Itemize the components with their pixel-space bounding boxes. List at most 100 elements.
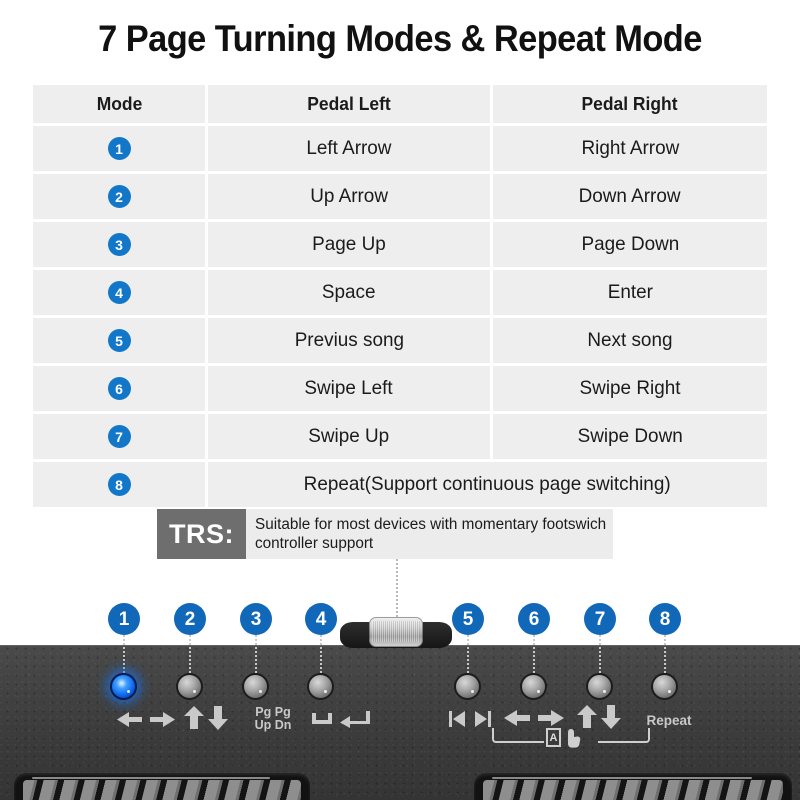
- modes-table: Mode Pedal Left Pedal Right 1 Left Arrow R…: [33, 85, 767, 510]
- table-cell-pedal-left: Previus song: [208, 318, 490, 363]
- table-row: 7 Swipe Up Swipe Down: [33, 414, 767, 459]
- button-glint: [127, 690, 130, 693]
- table-row: 1 Left Arrow Right Arrow: [33, 126, 767, 171]
- callout-badge-number: 6: [518, 603, 550, 635]
- trs-connector-line: [396, 559, 398, 617]
- column-header-mode: Mode: [33, 85, 205, 123]
- swipe-bracket-group: A: [492, 728, 650, 748]
- pedal-left[interactable]: [14, 773, 310, 800]
- table-row: 4 Space Enter: [33, 270, 767, 315]
- table-cell-pedal-left: Left Arrow: [208, 126, 490, 171]
- pointing-hand-icon: [564, 728, 582, 748]
- mode-number-badge: 1: [107, 137, 131, 160]
- device-button-2[interactable]: [176, 673, 203, 700]
- callout-badge-number: 2: [174, 603, 206, 635]
- button-glint: [324, 690, 327, 693]
- callout-badge-number: 3: [240, 603, 272, 635]
- table-cell-text: Next song: [587, 329, 673, 351]
- page-up-down-icon: Pg Pg Up Dn: [238, 703, 308, 735]
- device-button-3[interactable]: [242, 673, 269, 700]
- prev-next-track-icon: [443, 708, 497, 730]
- infographic-page: 7 Page Turning Modes & Repeat Mode Mode …: [0, 0, 800, 800]
- table-cell-text: Enter: [607, 281, 653, 303]
- table-cell-pedal-left: Up Arrow: [208, 174, 490, 219]
- table-cell-mode: 6: [33, 366, 205, 411]
- button-glint: [471, 690, 474, 693]
- table-cell-merged: Repeat(Support continuous page switching…: [208, 462, 767, 507]
- button-glint: [668, 690, 671, 693]
- table-cell-text: Swipe Down: [577, 425, 683, 447]
- pedal-left-highlight: [32, 777, 270, 779]
- swipe-left-right-icon: [500, 707, 568, 729]
- device-button-4[interactable]: [307, 673, 334, 700]
- device-knob: [340, 612, 452, 648]
- table-cell-mode: 3: [33, 222, 205, 267]
- device-button-1[interactable]: [110, 673, 137, 700]
- swipe-up-down-icon: [570, 703, 632, 731]
- space-enter-icon: [306, 708, 372, 730]
- table-cell-pedal-right: Enter: [493, 270, 767, 315]
- table-cell-pedal-right: Swipe Down: [493, 414, 767, 459]
- table-cell-text: Repeat(Support continuous page switching…: [304, 473, 671, 495]
- column-header-pedal-left: Pedal Left: [208, 85, 490, 123]
- button-glint: [259, 690, 262, 693]
- pedal-right-ribs: [483, 780, 783, 800]
- mode-number-badge: 8: [107, 473, 131, 496]
- table-cell-mode: 7: [33, 414, 205, 459]
- device-button-5[interactable]: [454, 673, 481, 700]
- table-row: 2 Up Arrow Down Arrow: [33, 174, 767, 219]
- button-glint: [537, 690, 540, 693]
- table-cell-pedal-left: Page Up: [208, 222, 490, 267]
- table-cell-mode: 2: [33, 174, 205, 219]
- button-glint: [193, 690, 196, 693]
- table-cell-mode: 4: [33, 270, 205, 315]
- bracket-left: [492, 728, 544, 743]
- table-body: 1 Left Arrow Right Arrow 2 Up Arrow Down Arro…: [33, 126, 767, 507]
- table-cell-pedal-right: Page Down: [493, 222, 767, 267]
- table-cell-pedal-right: Down Arrow: [493, 174, 767, 219]
- pedal-right[interactable]: [474, 773, 792, 800]
- pedal-right-highlight: [492, 777, 752, 779]
- bracket-right: [598, 728, 650, 743]
- up-down-arrow-icon: [177, 704, 239, 732]
- table-cell-mode: 1: [33, 126, 205, 171]
- column-header-pedal-right: Pedal Right: [493, 85, 767, 123]
- page-title: 7 Page Turning Modes & Repeat Mode: [98, 18, 702, 59]
- table-cell-mode: 5: [33, 318, 205, 363]
- table-cell-pedal-right: Right Arrow: [493, 126, 767, 171]
- mode-number-badge: 6: [107, 377, 131, 400]
- left-right-arrow-icon: [113, 708, 179, 730]
- callout-badge-number: 1: [108, 603, 140, 635]
- table-cell-text: Swipe Right: [579, 377, 681, 399]
- table-cell-pedal-left: Swipe Up: [208, 414, 490, 459]
- table-cell-pedal-left: Space: [208, 270, 490, 315]
- device-button-6[interactable]: [520, 673, 547, 700]
- knob-metal-cap: [369, 617, 423, 647]
- mode-number-badge: 7: [107, 425, 131, 448]
- callout-badge-number: 5: [452, 603, 484, 635]
- pedal-left-ribs: [23, 780, 301, 800]
- table-row: 3 Page Up Page Down: [33, 222, 767, 267]
- button-glint: [603, 690, 606, 693]
- table-cell-pedal-left: Swipe Left: [208, 366, 490, 411]
- table-cell-text: Left Arrow: [306, 137, 392, 159]
- page-up-down-line2: Up Dn: [254, 718, 292, 732]
- device-button-7[interactable]: [586, 673, 613, 700]
- table-cell-text: Down Arrow: [579, 185, 681, 207]
- mode-number-badge: 3: [107, 233, 131, 256]
- a-key-icon: A: [546, 728, 561, 747]
- table-cell-text: Page Up: [312, 233, 386, 255]
- table-row: 5 Previus song Next song: [33, 318, 767, 363]
- trs-tag-label: TRS:: [157, 509, 246, 559]
- table-cell-text: Previus song: [294, 329, 404, 351]
- trs-callout: TRS: Suitable for most devices with mome…: [157, 509, 613, 559]
- table-cell-text: Page Down: [581, 233, 679, 255]
- callout-badge-number: 7: [584, 603, 616, 635]
- mode-number-badge: 2: [107, 185, 131, 208]
- table-cell-text: Space: [322, 281, 376, 303]
- device-button-8[interactable]: [651, 673, 678, 700]
- mode-number-badge: 4: [107, 281, 131, 304]
- table-cell-mode: 8: [33, 462, 205, 507]
- table-cell-text: Up Arrow: [310, 185, 388, 207]
- callout-badge-number: 8: [649, 603, 681, 635]
